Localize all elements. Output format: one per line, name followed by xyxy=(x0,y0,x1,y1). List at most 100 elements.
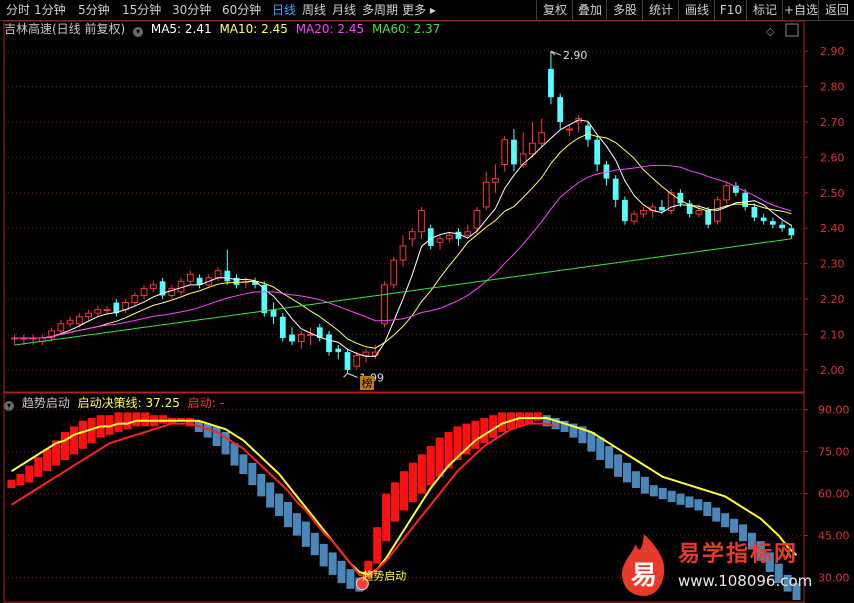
trend-bar xyxy=(676,493,685,505)
candle-body xyxy=(57,323,65,332)
sub-y-tick-label: 60.00 xyxy=(818,488,850,501)
candle-body xyxy=(779,224,785,229)
marker-text: 榜 xyxy=(362,376,373,390)
candle-body xyxy=(630,213,638,222)
y-tick-label: 2.90 xyxy=(820,45,845,58)
candle-body xyxy=(399,245,407,261)
trend-bar xyxy=(141,412,150,427)
y-tick-label: 2.70 xyxy=(820,116,845,129)
candle-body xyxy=(511,139,517,165)
candle-body xyxy=(742,192,749,207)
y-tick-label: 2.00 xyxy=(820,364,845,377)
trend-bar xyxy=(69,426,78,455)
candle-body xyxy=(538,132,546,144)
candle-body xyxy=(408,231,416,240)
trend-bar xyxy=(310,532,319,556)
candle-body xyxy=(297,333,305,343)
high-label: 2.90 xyxy=(563,49,588,62)
candle-body xyxy=(390,259,398,286)
candle-body xyxy=(66,319,74,325)
trend-bar xyxy=(631,471,640,488)
trend-bar xyxy=(658,488,667,500)
trend-bar xyxy=(123,412,132,430)
low-pointer xyxy=(343,372,358,378)
trend-bar xyxy=(596,437,605,460)
trend-bar xyxy=(328,552,337,575)
candle-body xyxy=(548,68,554,98)
candle-body xyxy=(640,210,647,215)
trend-bar xyxy=(60,432,70,460)
trend-bar xyxy=(230,443,239,466)
trend-bar xyxy=(373,527,382,564)
candle-body xyxy=(279,316,286,338)
candle-body xyxy=(695,210,703,215)
y-tick-label: 2.60 xyxy=(820,151,845,164)
candle-body xyxy=(788,228,795,236)
trend-bar xyxy=(623,462,632,483)
candle-body xyxy=(445,234,453,240)
y-tick-label: 2.50 xyxy=(820,187,845,200)
trend-bar xyxy=(212,426,221,446)
candle-body xyxy=(344,352,351,370)
candle-body xyxy=(659,206,665,211)
diamond-icon: ◇ xyxy=(766,25,775,38)
candle-body xyxy=(149,284,157,289)
candle-body xyxy=(353,355,361,367)
trend-bar xyxy=(16,474,25,486)
trend-bar xyxy=(667,490,676,502)
watermark-title: 易学指标网 xyxy=(678,542,799,567)
watermark: 易 易学指标网 www.108096.com xyxy=(612,528,852,602)
candle-body xyxy=(381,284,388,325)
trend-bar xyxy=(605,446,614,469)
logo-char: 易 xyxy=(631,561,657,591)
candle-body xyxy=(585,125,591,140)
trend-bar xyxy=(43,448,52,472)
trend-bar xyxy=(346,569,355,589)
trend-bar xyxy=(533,412,542,421)
candle-body xyxy=(519,153,527,165)
stock-chart-canvas[interactable]: ◇ 2.90 2.80 2.70 2.60 2.50 2.40 2.30 2.20 2.10 2.… xyxy=(0,0,854,603)
candle-body xyxy=(289,334,295,342)
trend-bar xyxy=(640,476,649,494)
trend-bar xyxy=(248,462,257,486)
candle-body xyxy=(760,217,767,222)
candle-body xyxy=(751,206,758,218)
candle-body xyxy=(501,139,509,165)
candle-body xyxy=(566,128,573,131)
trend-bar xyxy=(132,412,141,427)
trend-bar xyxy=(685,496,694,508)
candle-body xyxy=(436,238,444,243)
trend-bar xyxy=(7,479,16,488)
candle-body xyxy=(94,309,102,314)
y-tick-label: 2.80 xyxy=(820,81,845,94)
candle-body xyxy=(131,294,139,304)
window-toggle-icon xyxy=(785,23,799,37)
candle-body xyxy=(224,270,231,282)
trend-bar xyxy=(408,462,417,502)
y-tick-label: 2.30 xyxy=(820,258,845,271)
trend-bar xyxy=(275,493,284,516)
main-panel-border xyxy=(3,20,805,393)
trend-bar xyxy=(284,502,293,528)
trend-bar xyxy=(417,454,426,494)
candle-body xyxy=(335,348,342,353)
candle-body xyxy=(464,231,472,236)
trend-bar xyxy=(435,437,444,477)
candle-body xyxy=(326,334,332,353)
trend-bar xyxy=(649,485,658,497)
candle-body xyxy=(362,351,370,357)
sub-y-tick-label: 90.00 xyxy=(818,404,850,417)
candle-body xyxy=(770,221,776,225)
sub-y-tick-label: 75.00 xyxy=(818,446,850,459)
trend-bar xyxy=(301,521,310,547)
candle-body xyxy=(103,309,111,312)
trend-bar xyxy=(34,457,43,477)
candle-body xyxy=(418,210,425,233)
candle-body xyxy=(307,333,314,336)
candle-body xyxy=(270,309,277,317)
candle-body xyxy=(594,139,601,165)
candle-body xyxy=(557,97,564,122)
trend-bar xyxy=(337,560,346,584)
candle-body xyxy=(473,210,481,229)
candle-body xyxy=(85,312,92,318)
